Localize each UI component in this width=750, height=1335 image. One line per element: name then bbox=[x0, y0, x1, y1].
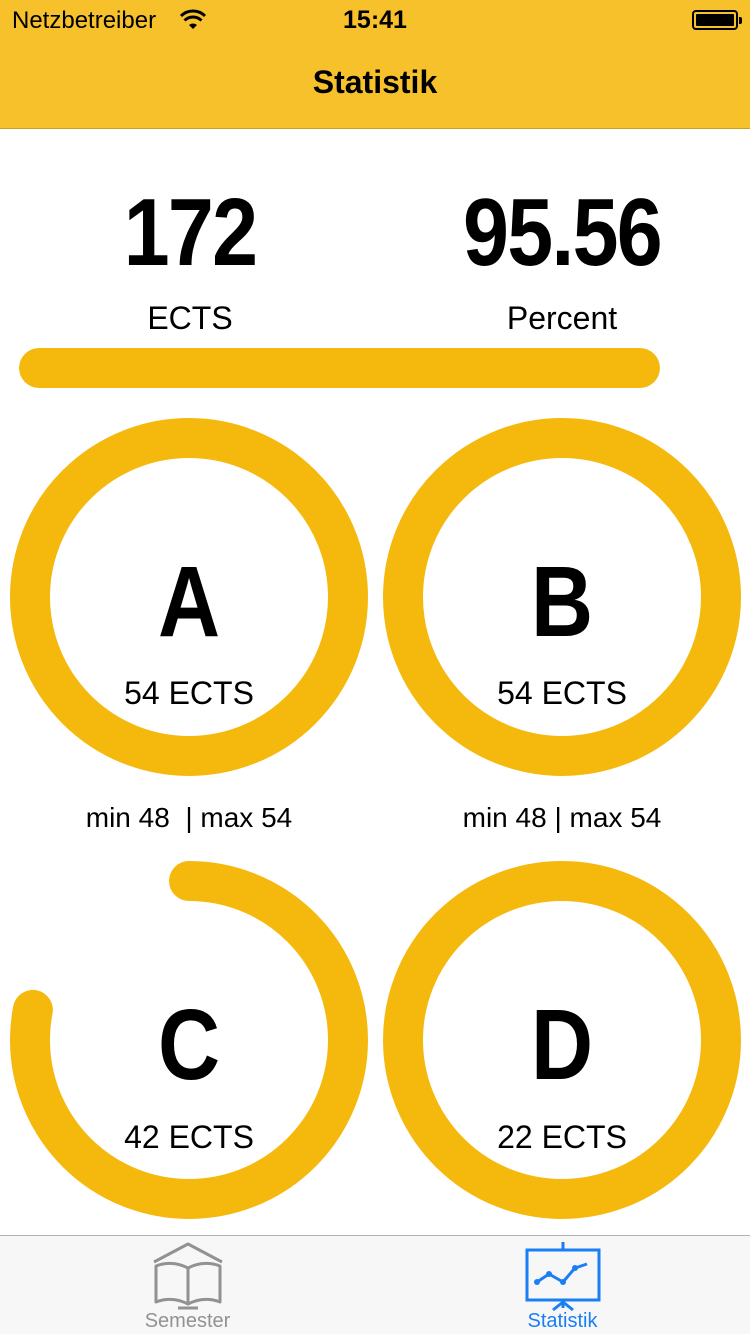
grade-letter-a: A bbox=[157, 546, 221, 658]
tab-semester[interactable]: Semester bbox=[0, 1236, 375, 1335]
percent-value: 95.56 bbox=[462, 179, 663, 286]
tab-statistik[interactable]: Statistik bbox=[375, 1236, 750, 1335]
chart-board-icon bbox=[525, 1242, 600, 1312]
navigation-bar: Statistik bbox=[0, 40, 750, 129]
status-time: 15:41 bbox=[343, 6, 407, 34]
grade-ects-b: 54 ECTS bbox=[497, 675, 627, 711]
grade-ects-a: 54 ECTS bbox=[124, 675, 254, 711]
tab-semester-label: Semester bbox=[144, 1310, 231, 1332]
percent-label: Percent bbox=[506, 300, 618, 336]
grade-letter-d: D bbox=[530, 989, 594, 1101]
ects-total-value: 172 bbox=[123, 179, 258, 286]
grade-range-b: min 48 | max 54 bbox=[462, 802, 662, 833]
tab-statistik-label: Statistik bbox=[527, 1310, 598, 1332]
grade-letter-c: C bbox=[157, 989, 221, 1101]
book-icon bbox=[152, 1242, 223, 1310]
overall-progress-bar bbox=[19, 348, 660, 388]
ects-total-label: ECTS bbox=[147, 300, 233, 336]
page-title: Statistik bbox=[312, 64, 438, 100]
status-bar: Netzbetreiber 15:41 bbox=[0, 0, 750, 40]
grade-ects-c: 42 ECTS bbox=[124, 1119, 254, 1155]
tab-bar: Semester Statistik bbox=[0, 1235, 750, 1334]
grade-letter-b: B bbox=[530, 546, 594, 658]
battery-icon bbox=[692, 10, 742, 30]
overall-progress-fill bbox=[19, 348, 660, 388]
grade-ects-d: 22 ECTS bbox=[497, 1119, 627, 1155]
grade-range-a: min 48 | max 54 bbox=[85, 802, 293, 833]
